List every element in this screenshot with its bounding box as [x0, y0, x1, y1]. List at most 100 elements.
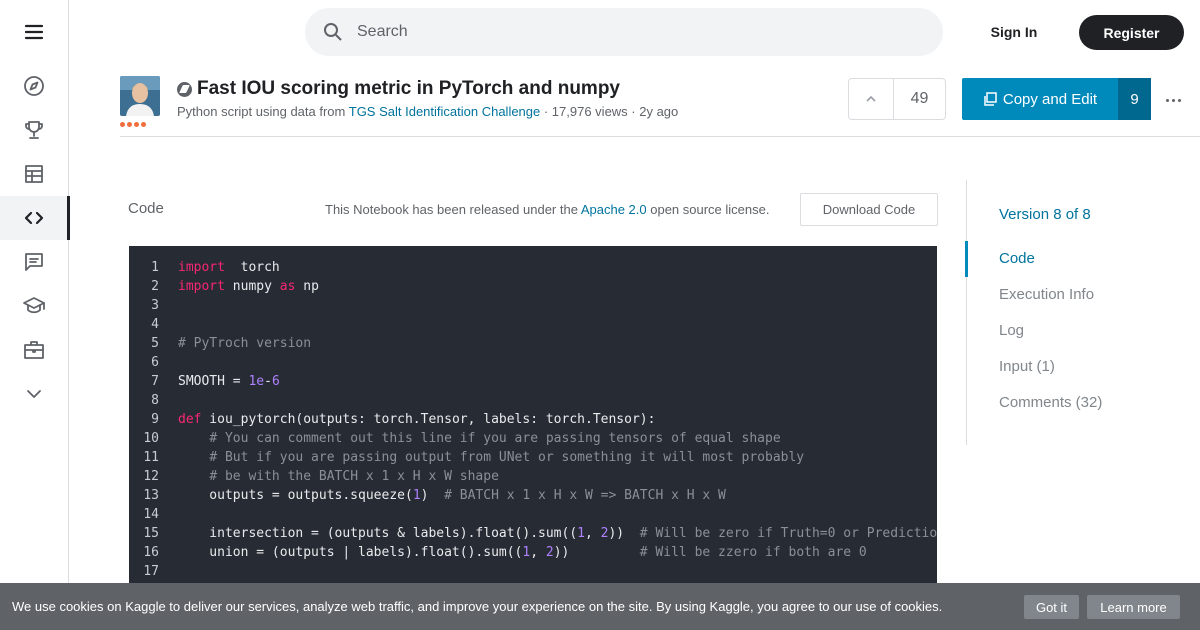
line-number: 8: [151, 393, 159, 408]
toc-divider: [966, 180, 967, 445]
tier-indicator: [120, 122, 146, 127]
cookie-banner: We use cookies on Kaggle to deliver our …: [0, 583, 1200, 630]
toc-item-log[interactable]: Log: [999, 322, 1024, 339]
menu-button[interactable]: [0, 10, 68, 54]
license-notice: This Notebook has been released under th…: [325, 202, 769, 217]
learn-more-button[interactable]: Learn more: [1087, 595, 1180, 619]
code-text: # PyTroch version: [178, 336, 311, 351]
toc-active-indicator: [965, 241, 968, 277]
fork-count: 9: [1118, 78, 1151, 120]
nav-item-explore[interactable]: [0, 64, 68, 108]
code-line: 5 # PyTroch version: [129, 336, 937, 355]
toc-item-code[interactable]: Code: [999, 250, 1035, 267]
version-link[interactable]: Version 8 of 8: [999, 206, 1091, 223]
menu-icon: [24, 24, 44, 40]
compass-icon: [24, 76, 44, 96]
more-dot: [1165, 98, 1169, 102]
code-token: -: [264, 374, 272, 389]
code-line: 16 union = (outputs | labels).float().su…: [129, 545, 937, 564]
line-number: 3: [151, 298, 159, 313]
briefcase-icon: [24, 341, 44, 359]
line-number: 9: [151, 412, 159, 427]
copy-and-edit-button[interactable]: Copy and Edit 9: [962, 78, 1151, 120]
upvote-button[interactable]: [849, 79, 894, 119]
toc-item-comments[interactable]: Comments (32): [999, 394, 1102, 411]
code-text: # You can comment out this line if you a…: [178, 431, 781, 446]
code-line: 14: [129, 507, 937, 526]
more-dot: [1177, 98, 1181, 102]
code-token: torch: [224, 260, 280, 275]
line-number: 14: [143, 507, 159, 522]
code-token: ,: [585, 526, 601, 541]
author-avatar[interactable]: [120, 76, 160, 116]
code-token: import: [178, 260, 225, 275]
code-token: SMOOTH =: [178, 374, 249, 389]
cookie-message: We use cookies on Kaggle to deliver our …: [12, 599, 943, 614]
kernel-title-row: Fast IOU scoring metric in PyTorch and n…: [177, 76, 620, 102]
code-token: numpy: [224, 279, 280, 294]
code-token: )): [608, 526, 640, 541]
code-token: 1: [412, 488, 421, 503]
toc-item-input[interactable]: Input (1): [999, 358, 1055, 375]
nav-more-button[interactable]: [0, 372, 68, 416]
code-token: # PyTroch version: [178, 336, 312, 351]
code-token: # BATCH x 1 x H x W => BATCH x H x W: [444, 488, 726, 503]
code-token: )): [553, 545, 640, 560]
dataset-link[interactable]: TGS Salt Identification Challenge: [349, 104, 541, 119]
line-number: 15: [143, 526, 159, 541]
license-link[interactable]: Apache 2.0: [581, 202, 647, 217]
nav-item-discussions[interactable]: [0, 240, 68, 284]
code-token: 2: [545, 545, 554, 560]
code-token: def: [178, 412, 202, 427]
toc-item-execution-info[interactable]: Execution Info: [999, 286, 1094, 303]
more-options-button[interactable]: [1163, 90, 1183, 110]
license-prefix: This Notebook has been released under th…: [325, 202, 581, 217]
code-token: import: [178, 279, 225, 294]
search-input[interactable]: [357, 23, 897, 41]
search-bar[interactable]: [305, 8, 943, 56]
code-line: 3: [129, 298, 937, 317]
school-icon: [23, 297, 45, 314]
nav-item-competitions[interactable]: [0, 108, 68, 152]
code-text: def iou_pytorch(outputs: torch.Tensor, l…: [178, 412, 655, 427]
header-divider: [120, 136, 1200, 137]
nav-item-courses[interactable]: [0, 284, 68, 328]
code-line: 12 # be with the BATCH x 1 x H x W shape: [129, 469, 937, 488]
nav-item-code[interactable]: [0, 196, 70, 240]
code-text: intersection = (outputs & labels).float(…: [178, 526, 937, 541]
code-token: ,: [530, 545, 546, 560]
subtitle-prefix: Python script using data from: [177, 104, 349, 119]
code-block[interactable]: 1 import torch 2 import numpy as np 3 4 5 # PyT…: [129, 246, 937, 586]
line-number: 6: [151, 355, 159, 370]
sign-in-button[interactable]: Sign In: [978, 14, 1050, 50]
search-icon: [324, 23, 342, 41]
code-token: # But if you are passing output from UNe…: [209, 450, 805, 465]
code-line: 15 intersection = (outputs & labels).flo…: [129, 526, 937, 545]
nav-item-datasets[interactable]: [0, 152, 68, 196]
code-text: import torch: [178, 260, 280, 275]
code-line: 9 def iou_pytorch(outputs: torch.Tensor, …: [129, 412, 937, 431]
vote-widget: 49: [848, 78, 946, 120]
code-token: 1: [577, 526, 585, 541]
code-token: # Will be zzero if both are 0: [639, 545, 867, 560]
code-line: 2 import numpy as np: [129, 279, 937, 298]
nav-item-jobs[interactable]: [0, 328, 68, 372]
code-line: 11 # But if you are passing output from …: [129, 450, 937, 469]
code-token: union = (outputs | labels).float().sum((: [178, 545, 523, 560]
code-line: 1 import torch: [129, 260, 937, 279]
got-it-button[interactable]: Got it: [1024, 595, 1079, 619]
code-token: # You can comment out this line if you a…: [209, 431, 781, 446]
edit-icon: [177, 81, 192, 97]
code-line: 17: [129, 564, 937, 583]
code-text: outputs = outputs.squeeze(1) # BATCH x 1…: [178, 488, 726, 503]
line-number: 10: [143, 431, 159, 446]
register-button[interactable]: Register: [1079, 15, 1184, 50]
code-token: outputs = outputs.squeeze(: [178, 488, 413, 503]
line-number: 7: [151, 374, 159, 389]
code-token: intersection = (outputs & labels).float(…: [178, 526, 578, 541]
line-number: 5: [151, 336, 159, 351]
download-code-button[interactable]: Download Code: [800, 193, 938, 226]
line-number: 4: [151, 317, 159, 332]
code-text: # be with the BATCH x 1 x H x W shape: [178, 469, 499, 484]
code-token: # Will be zero if Truth=0 or Prediction=…: [639, 526, 937, 541]
